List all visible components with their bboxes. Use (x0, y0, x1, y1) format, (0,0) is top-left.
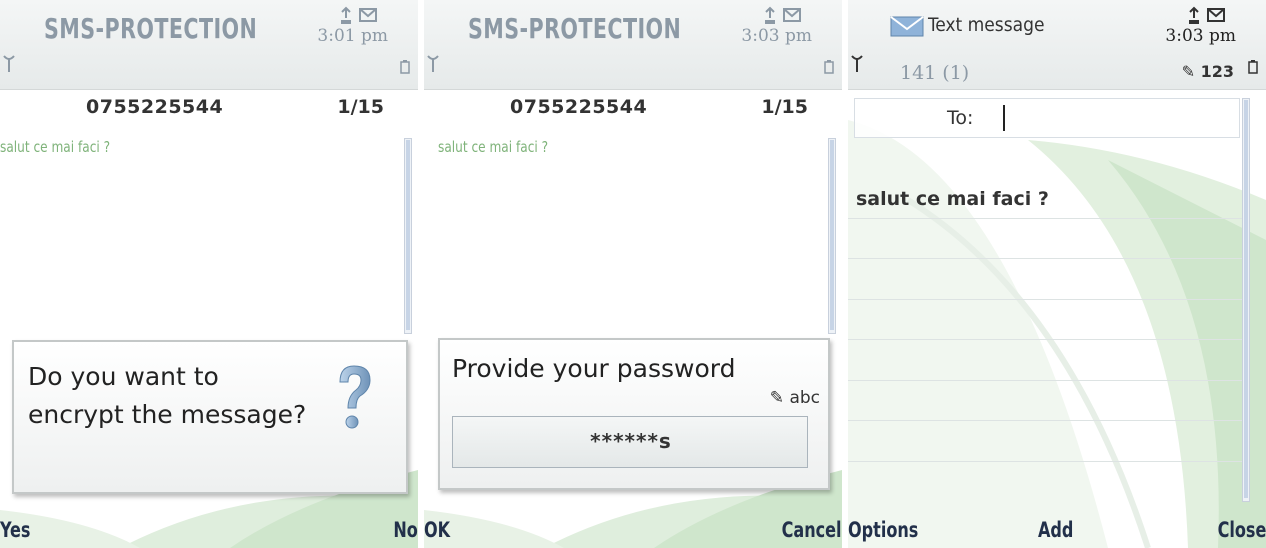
close-softkey[interactable]: Close (1217, 518, 1266, 542)
to-label: To: (947, 107, 974, 129)
softkey-bar: Yes No (0, 502, 418, 548)
input-mode-indicator: ✎ abc (770, 388, 820, 408)
add-softkey[interactable]: Add (1038, 518, 1073, 542)
message-scrollbar[interactable] (404, 138, 412, 334)
input-mode-indicator: ✎ 123 (1182, 62, 1234, 81)
message-scrollbar[interactable] (828, 138, 836, 334)
pen-icon: ✎ (1181, 62, 1196, 81)
input-mode-label: abc (789, 388, 820, 408)
upload-envelope-icon (1189, 6, 1225, 24)
message-header: 0755225544 1/15 (424, 96, 842, 126)
status-pane: Text message 3:03 pm 141 (1) ✎ 123 (848, 0, 1266, 90)
battery-icon (400, 60, 410, 74)
status-pane: SMS-PROTECTION 3:01 pm (0, 0, 418, 90)
status-pane: SMS-PROTECTION 3:03 pm (424, 0, 842, 90)
envelope-icon (890, 16, 924, 37)
phone-screen-text-editor: Text message 3:03 pm 141 (1) ✎ 123 To: s… (848, 0, 1266, 548)
yes-softkey[interactable]: Yes (0, 518, 30, 542)
password-dialog: Provide your password ✎ abc ******s (438, 338, 830, 490)
message-counter: 1/15 (761, 96, 808, 118)
phone-screen-encrypt-prompt: SMS-PROTECTION 3:01 pm 0755225544 1/15 s… (0, 0, 418, 548)
message-header: 0755225544 1/15 (0, 96, 418, 126)
signal-antenna-icon (3, 55, 15, 72)
message-body: salut ce mai faci ? (0, 138, 111, 156)
signal-antenna-icon (427, 55, 439, 72)
password-value: ******s (590, 429, 672, 453)
app-title: SMS-PROTECTION (468, 12, 682, 45)
softkey-bar: OK Cancel (424, 502, 842, 548)
recipient-field[interactable]: To: (854, 98, 1240, 138)
no-softkey[interactable]: No (394, 518, 418, 542)
upload-envelope-icon (765, 6, 801, 24)
pen-icon: ✎ (769, 388, 785, 408)
password-input[interactable]: ******s (452, 416, 808, 468)
message-counter: 1/15 (337, 96, 384, 118)
ok-softkey[interactable]: OK (424, 518, 450, 542)
battery-icon (824, 60, 834, 74)
question-mark-icon (339, 365, 371, 429)
editor-scrollbar[interactable] (1242, 98, 1250, 502)
message-body: salut ce mai faci ? (438, 138, 549, 156)
message-body-editor[interactable]: salut ce mai faci ? (856, 188, 1049, 210)
password-prompt-text: Provide your password (452, 354, 736, 383)
clock: 3:01 pm (317, 26, 388, 46)
encrypt-confirmation-dialog: Do you want to encrypt the message? (12, 340, 408, 494)
editor-title: Text message (928, 14, 1045, 36)
dialog-question-text: Do you want to encrypt the message? (28, 362, 307, 429)
options-softkey[interactable]: Options (848, 518, 918, 542)
upload-envelope-icon (341, 6, 377, 24)
character-counter: 141 (1) (900, 62, 970, 84)
app-title: SMS-PROTECTION (44, 12, 258, 45)
softkey-bar: Options Add Close (848, 502, 1266, 548)
sender-number: 0755225544 (86, 96, 224, 118)
clock: 3:03 pm (741, 26, 812, 46)
editor-ruled-lines (848, 178, 1248, 488)
sender-number: 0755225544 (510, 96, 648, 118)
battery-icon (1248, 60, 1258, 74)
signal-antenna-icon (851, 55, 863, 72)
text-cursor (1003, 105, 1005, 131)
phone-screen-password-prompt: SMS-PROTECTION 3:03 pm 0755225544 1/15 s… (424, 0, 842, 548)
input-mode-label: 123 (1200, 62, 1234, 81)
clock: 3:03 pm (1165, 26, 1236, 46)
cancel-softkey[interactable]: Cancel (782, 518, 842, 542)
